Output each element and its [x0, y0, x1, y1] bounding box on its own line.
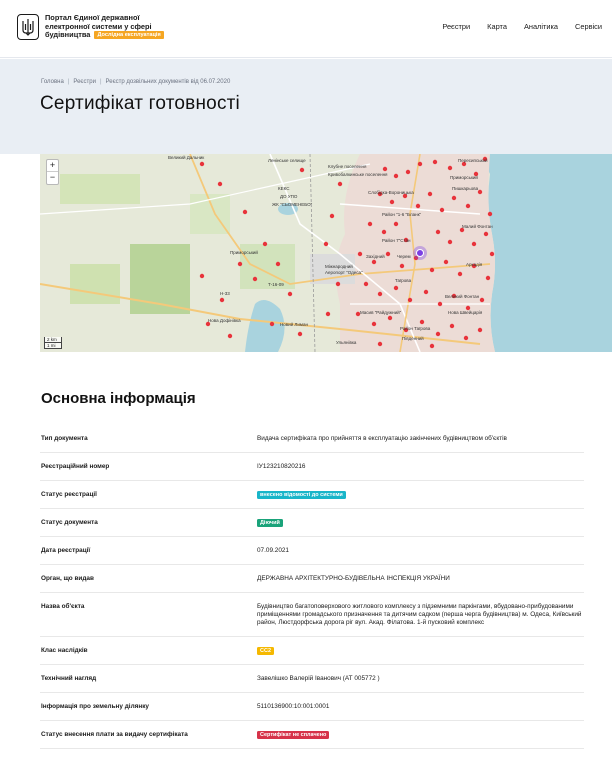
current-object-marker[interactable] — [416, 249, 424, 257]
map-label: Масив "Райдужний" — [360, 309, 402, 315]
map-canvas[interactable]: Великий Дальник Ленінське селище Клубне … — [40, 154, 612, 352]
map-label: ДО УПО — [280, 194, 298, 199]
zoom-control: + − — [46, 159, 59, 185]
section-title: Основна інформація — [41, 390, 196, 407]
class-badge: СС2 — [257, 647, 275, 655]
map-label: Великий Дальник — [168, 154, 204, 160]
map-label: Н-33 — [220, 291, 230, 296]
info-value: 07.09.2021 — [257, 547, 289, 554]
map-label: Південний — [402, 335, 424, 341]
map-label: Черем — [397, 254, 411, 259]
info-row-reg-date: Дата реєстрації 07.09.2021 — [40, 537, 584, 565]
site-header: Портал Єдиної державної електронної сист… — [0, 0, 612, 58]
map-label: Ленінське селище — [268, 158, 306, 163]
map-label: ЖК "СЬОМЕНЕБО" — [272, 202, 313, 207]
info-row-consequence-class: Клас наслідків СС2 — [40, 637, 584, 665]
map-label: Приморський — [450, 174, 478, 180]
zoom-out-button[interactable]: − — [47, 172, 58, 184]
info-row-payment-status: Статус внесення плати за видачу сертифік… — [40, 721, 584, 749]
map-label: Таїрова — [395, 278, 412, 283]
info-row-supervision: Технічний нагляд Завелішко Валерій Івано… — [40, 665, 584, 693]
zoom-in-button[interactable]: + — [47, 160, 58, 172]
info-table: Тип документа Видача сертифіката про при… — [40, 425, 584, 749]
info-label: Технічний нагляд — [41, 675, 97, 682]
info-row-doc-status: Статус документа Діючий — [40, 509, 584, 537]
nav-services[interactable]: Сервіси — [575, 22, 602, 31]
info-label: Тип документа — [41, 435, 88, 442]
info-row-reg-number: Реєстраційний номер ІУ123210820216 — [40, 453, 584, 481]
map-label: КЕКС — [278, 186, 290, 191]
map-label: Район Таїрова — [400, 325, 431, 331]
map-label: Аркадія — [466, 262, 483, 267]
breadcrumb-separator: | — [99, 79, 102, 85]
info-label: Дата реєстрації — [41, 547, 91, 554]
info-row-land-plot: Інформація про земельну ділянку 51101369… — [40, 693, 584, 721]
breadcrumb-current: Реєстр дозвільних документів від 06.07.2… — [105, 79, 231, 85]
nav-analytics[interactable]: Аналітика — [524, 22, 558, 31]
info-label: Назва об'єкта — [41, 603, 85, 610]
map-label: Міжнародний — [325, 263, 353, 269]
map-label: Пишкарьова — [452, 186, 479, 191]
trident-icon — [22, 19, 34, 36]
map-label: Західний — [366, 253, 385, 259]
map-label: Нова Дофінівка — [208, 318, 241, 323]
status-badge: внесено відомості до системи — [257, 491, 346, 499]
main-nav: Реєстри Карта Аналітика Сервіси — [442, 22, 602, 31]
map-label: Пересипський — [458, 157, 488, 163]
page-hero: Головна | Реєстри | Реєстр дозвільних до… — [0, 59, 612, 154]
nav-registries[interactable]: Реєстри — [442, 22, 470, 31]
map-label: Ульянівка — [336, 340, 357, 345]
info-value: 5110136900:10:001:0001 — [257, 703, 330, 710]
info-value: ІУ123210820216 — [257, 463, 306, 470]
breadcrumb: Головна | Реєстри | Реєстр дозвільних до… — [41, 79, 230, 85]
info-label: Статус внесення плати за видачу сертифік… — [41, 731, 188, 738]
portal-title[interactable]: Портал Єдиної державної електронної сист… — [45, 13, 170, 40]
info-value: Будівництво багатоповерхового житлового … — [257, 603, 582, 626]
scale-mi: 1 mi — [44, 343, 62, 349]
info-row-reg-status: Статус реєстрації внесено відомості до с… — [40, 481, 584, 509]
beta-badge: Дослідна експлуатація — [94, 31, 164, 40]
info-label: Орган, що видав — [41, 575, 94, 582]
breadcrumb-registries[interactable]: Реєстри — [73, 79, 96, 85]
info-row-issuer: Орган, що видав ДЕРЖАВНА АРХІТЕКТУРНО-БУ… — [40, 565, 584, 593]
map-label: Клубне поселення — [328, 164, 367, 169]
info-value: Завелішко Валерій Іванович (АТ 005772 ) — [257, 675, 380, 682]
map-label: Великий Фонтан — [445, 293, 480, 299]
map-view[interactable]: Великий Дальник Ленінське селище Клубне … — [40, 154, 612, 352]
map-label: Приморський — [230, 249, 258, 255]
info-label: Інформація про земельну ділянку — [41, 703, 149, 710]
info-value: Видача сертифіката про прийняття в експл… — [257, 435, 507, 442]
info-row-object-name: Назва об'єкта Будівництво багатоповерхов… — [40, 593, 584, 637]
map-label: Слобідка-Вороницька — [368, 190, 414, 195]
info-label: Статус реєстрації — [41, 491, 97, 498]
info-value: ДЕРЖАВНА АРХІТЕКТУРНО-БУДІВЕЛЬНА ІНСПЕКЦ… — [257, 575, 450, 582]
map-label: Район 7"Стан — [382, 237, 411, 243]
status-badge: Діючий — [257, 519, 283, 527]
info-label: Клас наслідків — [41, 647, 88, 654]
map-label: Новий Лиман — [280, 321, 308, 327]
map-label: Нова Швейцарія — [448, 309, 483, 315]
map-label: Аеропорт "Одеса" — [325, 270, 363, 275]
map-label: Т-16-09 — [268, 282, 284, 287]
map-scale: 2 km 1 mi — [44, 337, 62, 349]
breadcrumb-home[interactable]: Головна — [41, 79, 64, 85]
nav-map[interactable]: Карта — [487, 22, 507, 31]
trident-logo-icon[interactable] — [17, 14, 39, 40]
status-badge: Сертифікат не сплачено — [257, 731, 330, 739]
info-row-doc-type: Тип документа Видача сертифіката про при… — [40, 425, 584, 453]
info-label: Реєстраційний номер — [41, 463, 110, 470]
map-label: Район "1-6 "Бланк" — [382, 211, 422, 217]
info-label: Статус документа — [41, 519, 98, 526]
breadcrumb-separator: | — [67, 79, 70, 85]
map-label: Кривобалкинське поселення — [328, 172, 388, 177]
page-title: Сертифікат готовності — [40, 93, 240, 114]
map-label: Малий Фонтан — [462, 223, 493, 229]
